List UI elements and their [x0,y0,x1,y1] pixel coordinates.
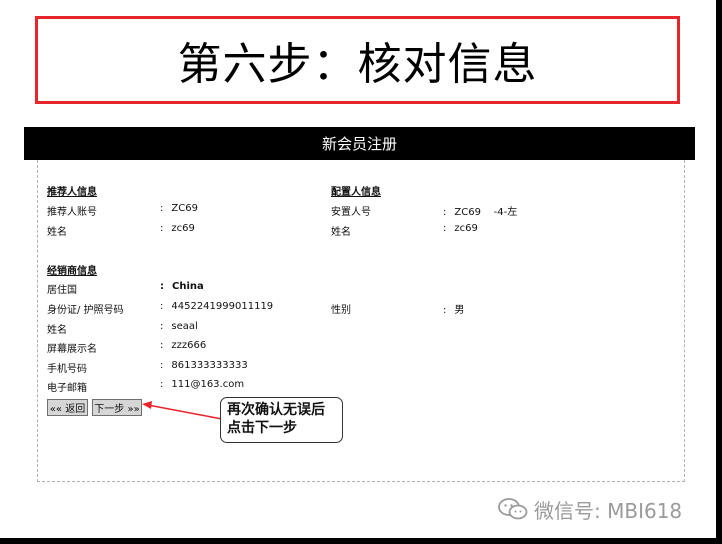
dealer-name-label: 姓名 [47,325,67,336]
referrer-name-label: 姓名 [47,227,67,238]
phone-label: 手机号码 [47,364,87,375]
step-title: 第六步：核对信息 [177,39,538,90]
placer-id-value: : ZC69 -4-左 [443,207,518,218]
email-label: 电子邮箱 [47,383,87,394]
wechat-icon [498,498,528,520]
phone-value: :861333333333 [160,360,248,371]
instruction-callout: 再次确认无误后 点击下一步 [220,397,343,443]
callout-arrow-line [147,404,223,420]
placer-id-label: 安置人号 [331,207,371,218]
watermark: 微信号: MBI618 [498,494,682,524]
display-name-label: 屏幕展示名 [47,344,97,355]
referrer-account-label: 推荐人账号 [47,207,97,218]
registration-header-title: 新会员注册 [321,135,397,153]
gender-label: 性别 [331,305,351,316]
display-name-value: : zzz666 [160,340,207,351]
callout-arrow [142,401,223,420]
gender-value: :男 [443,305,465,316]
callout-arrow-head [142,401,152,409]
step-title-box: 第六步：核对信息 [35,16,680,104]
placer-name-value: : zc69 [443,223,478,234]
callout-line-1: 再次确认无误后 [227,402,325,418]
back-button[interactable]: «« 返回 [47,399,88,416]
referrer-name-value: : zc69 [160,223,195,234]
page-border-bottom [0,538,722,544]
country-label: 居住国 [47,285,77,296]
callout-line-2: 点击下一步 [227,420,297,436]
country-value: : China [160,281,204,292]
placer-name-label: 姓名 [331,227,351,238]
email-value: :111@163.com [160,379,245,390]
next-step-button[interactable]: 下一步 »» [92,399,142,416]
placement-section-title: 配置人信息 [331,187,381,198]
referrer-account-value: : ZC69 [160,203,198,214]
page-border-right [716,0,722,544]
watermark-text: 微信号: MBI618 [534,498,683,523]
registration-header: 新会员注册 [24,127,695,160]
id-number-label: 身份证/ 护照号码 [47,305,124,316]
dealer-name-value: : seaal [160,321,198,332]
id-number-value: :4452241999011119 [160,301,274,312]
dealer-section-title: 经销商信息 [47,266,97,277]
referrer-section-title: 推荐人信息 [47,187,97,198]
